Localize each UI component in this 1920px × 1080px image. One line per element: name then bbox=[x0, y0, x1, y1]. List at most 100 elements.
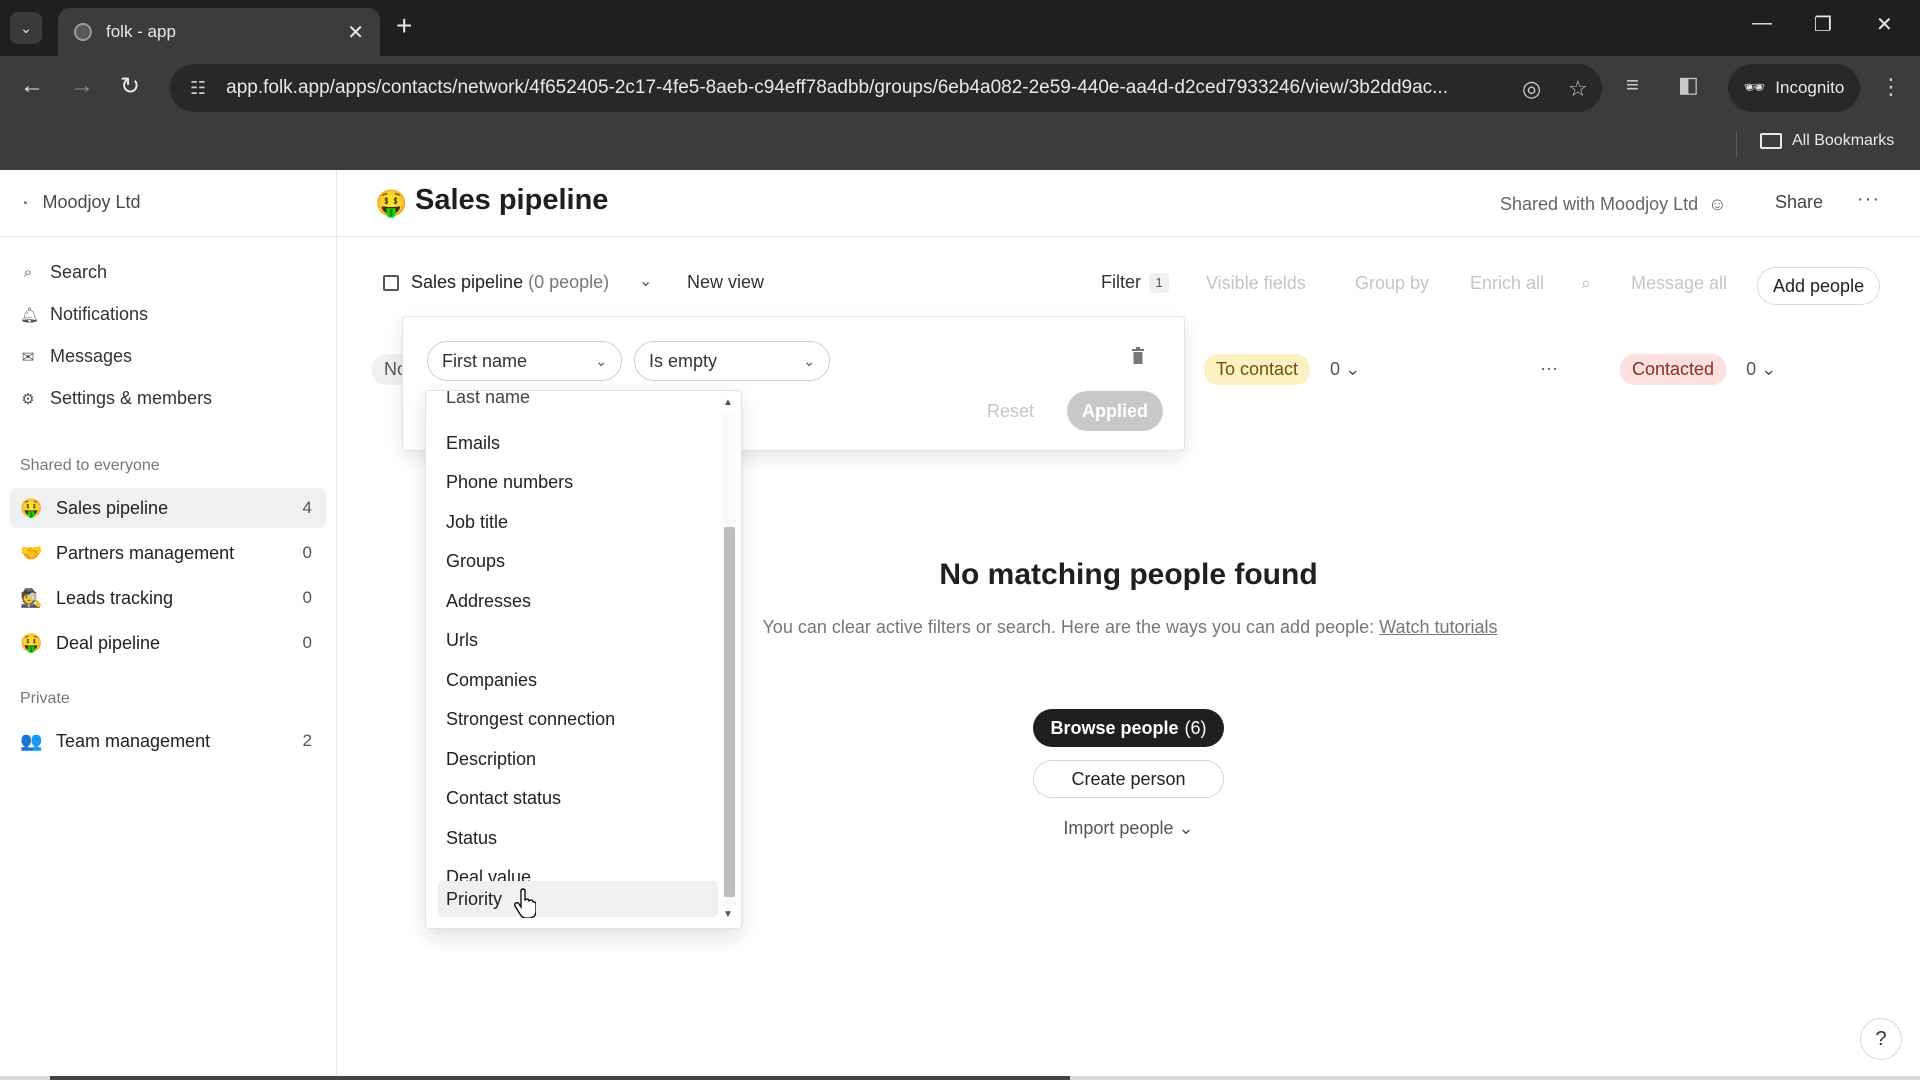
more-options-icon[interactable]: ··· bbox=[1857, 188, 1880, 211]
column-header-to-contact[interactable]: To contact 0 ⌄ bbox=[1204, 354, 1360, 385]
group-label: Partners management bbox=[56, 542, 235, 563]
tab-search-button[interactable]: ⌄ bbox=[10, 12, 42, 44]
view-selector[interactable]: Sales pipeline (0 people) bbox=[411, 272, 609, 293]
applied-button[interactable]: Applied bbox=[1067, 391, 1163, 431]
workspace-avatar-icon: ☺ bbox=[1708, 194, 1727, 214]
money-face-icon: 🤑 bbox=[20, 632, 43, 653]
trash-icon[interactable] bbox=[1131, 347, 1145, 365]
new-tab-plus-icon[interactable]: + bbox=[396, 10, 412, 42]
incognito-indicator[interactable]: 🕶 Incognito bbox=[1728, 64, 1860, 112]
table-view-icon bbox=[383, 275, 399, 291]
star-icon[interactable]: ☆ bbox=[1568, 76, 1588, 102]
chevron-down-icon: ⌄ bbox=[803, 352, 815, 369]
address-bar[interactable]: ☷ app.folk.app/apps/contacts/network/4f6… bbox=[170, 64, 1602, 112]
sidebar-group-leads-tracking[interactable]: 🕵 Leads tracking 0 bbox=[10, 578, 326, 618]
sidebar-item-settings[interactable]: ⚙ Settings & members bbox=[20, 388, 212, 409]
sidebar-group-team-management[interactable]: 👥 Team management 2 bbox=[10, 721, 326, 761]
dropdown-option-status[interactable]: Status bbox=[438, 820, 718, 856]
column-count[interactable]: 0 ⌄ bbox=[1330, 359, 1360, 380]
media-control-icon[interactable]: ≡ bbox=[1626, 72, 1639, 98]
minimize-icon[interactable]: — bbox=[1752, 12, 1772, 35]
visible-fields-button[interactable]: Visible fields bbox=[1206, 273, 1306, 294]
filter-button[interactable]: Filter 1 bbox=[1101, 272, 1169, 293]
group-label: Sales pipeline bbox=[56, 497, 169, 518]
shared-with-indicator[interactable]: Shared with Moodjoy Ltd ☺ bbox=[1500, 194, 1727, 215]
site-settings-icon[interactable]: ☷ bbox=[190, 78, 206, 99]
help-button[interactable]: ? bbox=[1860, 1018, 1902, 1060]
dropdown-option-groups[interactable]: Groups bbox=[438, 543, 718, 579]
group-count: 0 bbox=[302, 633, 312, 652]
browser-toolbar: ← → ↻ ☷ app.folk.app/apps/contacts/netwo… bbox=[0, 56, 1920, 120]
message-all-button[interactable]: Message all bbox=[1631, 273, 1727, 294]
filter-operator-select[interactable]: Is empty ⌄ bbox=[634, 341, 830, 381]
all-bookmarks-button[interactable]: All Bookmarks bbox=[1760, 132, 1894, 150]
browse-people-button[interactable]: Browse people (6) bbox=[1033, 709, 1224, 747]
url-text[interactable]: app.folk.app/apps/contacts/network/4f652… bbox=[226, 77, 1516, 99]
browser-menu-icon[interactable]: ⋮ bbox=[1880, 74, 1902, 100]
browser-tab[interactable]: folk - app ✕ bbox=[58, 8, 380, 56]
add-people-button[interactable]: Add people bbox=[1757, 267, 1881, 305]
group-by-button[interactable]: Group by bbox=[1355, 273, 1429, 294]
column-more-icon[interactable]: ··· bbox=[1540, 358, 1558, 379]
dropdown-option-phone-numbers[interactable]: Phone numbers bbox=[438, 464, 718, 500]
watch-tutorials-link[interactable]: Watch tutorials bbox=[1379, 617, 1497, 637]
dropdown-option-strongest-connection[interactable]: Strongest connection bbox=[438, 701, 718, 737]
sidebar-group-deal-pipeline[interactable]: 🤑 Deal pipeline 0 bbox=[10, 623, 326, 663]
eye-off-icon[interactable]: ◎ bbox=[1522, 76, 1541, 102]
dropdown-option-companies[interactable]: Companies bbox=[438, 662, 718, 698]
dropdown-option-emails[interactable]: Emails bbox=[438, 425, 718, 461]
group-label: Deal pipeline bbox=[56, 632, 161, 653]
sidebar-item-messages[interactable]: ✉ Messages bbox=[20, 346, 132, 367]
back-arrow-icon[interactable]: ← bbox=[20, 72, 44, 100]
import-people-button[interactable]: Import people ⌄ bbox=[1033, 818, 1224, 839]
dropdown-option-priority[interactable]: Priority bbox=[438, 881, 718, 917]
dropdown-option-last-name[interactable]: Last name bbox=[438, 391, 718, 415]
tab-close-icon[interactable]: ✕ bbox=[347, 20, 364, 45]
bell-icon: 🔔︎ bbox=[20, 306, 40, 324]
search-icon[interactable]: ⌕ bbox=[1581, 273, 1591, 294]
dropdown-option-contact-status[interactable]: Contact status bbox=[438, 780, 718, 816]
tab-title: folk - app bbox=[106, 22, 176, 41]
empty-state-description: You can clear active filters or search. … bbox=[762, 617, 1498, 637]
group-count: 4 bbox=[302, 498, 312, 517]
dropdown-option-job-title[interactable]: Job title bbox=[438, 504, 718, 540]
browse-people-label: Browse people bbox=[1050, 717, 1179, 738]
view-people-count: (0 people) bbox=[528, 272, 610, 292]
sidebar-divider bbox=[0, 236, 337, 237]
scroll-up-arrow-icon[interactable]: ▲ bbox=[723, 397, 733, 408]
group-count: 0 bbox=[302, 543, 312, 562]
folder-icon bbox=[1760, 133, 1782, 149]
new-view-button[interactable]: New view bbox=[687, 272, 764, 293]
window-close-icon[interactable]: ✕ bbox=[1876, 12, 1893, 37]
sidebar-group-partners-management[interactable]: 🤝 Partners management 0 bbox=[10, 533, 326, 573]
workspace-switcher[interactable]: ◔ Moodjoy Ltd bbox=[20, 192, 141, 213]
dropdown-option-addresses[interactable]: Addresses bbox=[438, 583, 718, 619]
sidebar-item-search[interactable]: ⌕ Search bbox=[20, 262, 107, 283]
group-label: Team management bbox=[56, 730, 211, 751]
money-face-icon: 🤑 bbox=[20, 497, 43, 518]
enrich-all-button[interactable]: Enrich all bbox=[1470, 273, 1544, 294]
group-label: Leads tracking bbox=[56, 587, 174, 608]
dropdown-option-urls[interactable]: Urls bbox=[438, 622, 718, 658]
sidebar-group-sales-pipeline[interactable]: 🤑 Sales pipeline 4 bbox=[10, 488, 326, 528]
scroll-down-arrow-icon[interactable]: ▼ bbox=[723, 909, 733, 920]
view-name: Sales pipeline bbox=[411, 272, 524, 292]
side-panel-icon[interactable]: ◧ bbox=[1678, 72, 1699, 98]
forward-arrow-icon[interactable]: → bbox=[70, 72, 94, 100]
dropdown-scrollbar-thumb[interactable] bbox=[724, 527, 735, 897]
filter-field-select[interactable]: First name ⌄ bbox=[427, 341, 622, 381]
column-count[interactable]: 0 ⌄ bbox=[1746, 359, 1776, 380]
create-person-button[interactable]: Create person bbox=[1033, 760, 1224, 798]
detective-icon: 🕵 bbox=[20, 587, 43, 608]
column-status-pill: To contact bbox=[1204, 354, 1311, 385]
handshake-icon: 🤝 bbox=[20, 542, 43, 563]
restore-icon[interactable]: ❐ bbox=[1814, 12, 1832, 37]
dropdown-option-description[interactable]: Description bbox=[438, 741, 718, 777]
column-header-contacted[interactable]: Contacted 0 ⌄ bbox=[1620, 354, 1776, 385]
reload-icon[interactable]: ↻ bbox=[120, 72, 140, 101]
chevron-down-icon[interactable]: ⌄ bbox=[639, 271, 652, 291]
share-button[interactable]: Share bbox=[1775, 192, 1823, 213]
reset-button[interactable]: Reset bbox=[987, 401, 1034, 422]
horizontal-scrollbar-thumb[interactable] bbox=[50, 1076, 1070, 1080]
sidebar-item-notifications[interactable]: 🔔︎ Notifications bbox=[20, 304, 148, 325]
